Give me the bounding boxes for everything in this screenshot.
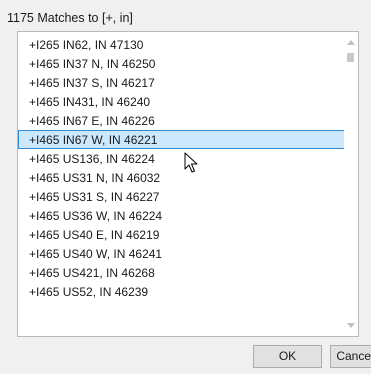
chevron-up-icon[interactable] [347,40,355,45]
cancel-button[interactable]: Cancel [330,345,371,368]
list-item[interactable]: +I465 US52, IN 46239 [18,282,345,301]
matches-listbox[interactable]: +I265 IN62, IN 47130 +I465 IN37 N, IN 46… [17,31,359,337]
chevron-down-icon[interactable] [347,323,355,328]
list-item[interactable]: +I465 US40 W, IN 46241 [18,244,345,263]
list-item[interactable]: +I465 IN37 N, IN 46250 [18,54,345,73]
list-item[interactable]: +I465 IN67 E, IN 46226 [18,111,345,130]
mouse-pointer-icon [184,152,198,173]
matches-list: +I265 IN62, IN 47130 +I465 IN37 N, IN 46… [18,35,345,320]
list-item[interactable]: +I465 US31 N, IN 46032 [18,168,345,187]
scrollbar-thumb[interactable] [347,53,354,62]
vertical-scrollbar[interactable] [344,32,358,336]
list-item[interactable]: +I465 IN67 W, IN 46221 [18,130,345,149]
list-item[interactable]: +I465 IN431, IN 46240 [18,92,345,111]
list-item[interactable]: +I465 US136, IN 46224 [18,149,345,168]
list-item[interactable]: +I465 US421, IN 46268 [18,263,345,282]
list-item[interactable]: +I465 US31 S, IN 46227 [18,187,345,206]
list-item[interactable]: +I465 US40 E, IN 46219 [18,225,345,244]
list-item[interactable]: +I465 US36 W, IN 46224 [18,206,345,225]
matches-count-label: 1175 Matches to [+, in] [7,11,133,25]
list-item[interactable]: +I265 IN62, IN 47130 [18,35,345,54]
list-item[interactable]: +I465 IN37 S, IN 46217 [18,73,345,92]
ok-button[interactable]: OK [253,345,322,368]
list-item[interactable] [18,301,345,320]
